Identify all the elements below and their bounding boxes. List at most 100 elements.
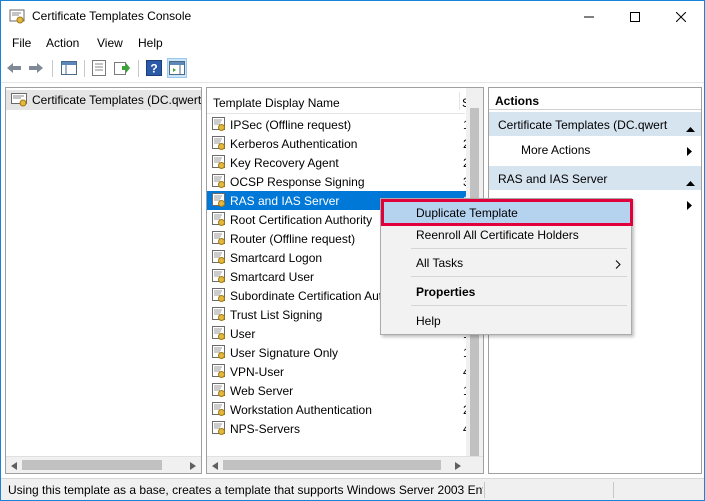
certificate-template-icon: [212, 307, 226, 322]
menu-view[interactable]: View: [97, 36, 123, 50]
menu-bar: File Action View Help: [1, 32, 704, 54]
certificate-template-icon: [212, 326, 226, 341]
certificate-template-icon: [212, 421, 226, 436]
toolbar: ?: [1, 55, 704, 83]
certificate-template-icon: [212, 250, 226, 265]
certificate-template-icon: [212, 155, 226, 170]
certificate-template-icon: [212, 174, 226, 189]
maximize-button[interactable]: [612, 1, 658, 32]
status-bar: Using this template as a base, creates a…: [1, 478, 704, 500]
template-name: NPS-Servers: [230, 422, 301, 436]
template-name: Web Server: [230, 384, 294, 398]
scroll-right-icon[interactable]: [188, 461, 198, 471]
close-button[interactable]: [658, 1, 704, 32]
all-tasks-label: All Tasks: [416, 256, 464, 270]
template-name: Workstation Authentication: [230, 403, 372, 417]
template-row[interactable]: NPS-Servers4: [207, 419, 469, 438]
actions-title: Actions: [489, 88, 701, 110]
certificate-template-icon: [212, 269, 226, 284]
column-header-row: Template Display Name S: [207, 88, 468, 114]
template-row[interactable]: IPSec (Offline request)1: [207, 115, 469, 134]
template-name: Smartcard Logon: [230, 251, 323, 265]
certificate-templates-window: Certificate Templates Console File Actio…: [0, 0, 705, 501]
certificate-template-icon: [212, 231, 226, 246]
scroll-right-icon[interactable]: [453, 461, 463, 471]
template-name: Key Recovery Agent: [230, 156, 339, 170]
column-header-display-name[interactable]: Template Display Name: [213, 96, 340, 110]
certificate-templates-icon: [11, 93, 27, 110]
submenu-chevron-icon: [615, 258, 621, 272]
actions-section-ras-ias[interactable]: RAS and IAS Server: [489, 166, 701, 190]
list-hscroll-thumb[interactable]: [223, 460, 441, 470]
reenroll-label: Reenroll All Certificate Holders: [416, 228, 579, 242]
template-row[interactable]: OCSP Response Signing3: [207, 172, 469, 191]
certificate-template-icon: [212, 136, 226, 151]
scroll-left-icon[interactable]: [210, 461, 220, 471]
certificate-template-icon: [212, 345, 226, 360]
template-name: IPSec (Offline request): [230, 118, 352, 132]
certificate-template-icon: [212, 193, 226, 208]
submenu-arrow-icon: [687, 199, 692, 213]
certificate-template-icon: [212, 212, 226, 227]
context-all-tasks[interactable]: All Tasks: [381, 252, 631, 274]
tree-pane: Certificate Templates (DC.qwerty: [5, 87, 202, 474]
actions-section-2-label: RAS and IAS Server: [498, 172, 608, 186]
template-name: User Signature Only: [230, 346, 339, 360]
template-row[interactable]: User Signature Only1: [207, 343, 469, 362]
template-name: Router (Offline request): [230, 232, 356, 246]
more-actions-label: More Actions: [521, 143, 591, 157]
template-row[interactable]: VPN-User4: [207, 362, 469, 381]
certificate-template-icon: [212, 288, 226, 303]
back-arrow-icon[interactable]: [4, 58, 24, 78]
template-name: User: [230, 327, 256, 341]
template-name: Root Certification Authority: [230, 213, 373, 227]
status-text: Using this template as a base, creates a…: [8, 483, 483, 497]
help-icon[interactable]: ?: [144, 58, 164, 78]
tree-scroll-thumb[interactable]: [22, 460, 162, 470]
menu-action[interactable]: Action: [46, 36, 79, 50]
forward-arrow-icon[interactable]: [26, 58, 46, 78]
template-row[interactable]: Workstation Authentication2: [207, 400, 469, 419]
actions-section-1-label: Certificate Templates (DC.qwert...: [498, 118, 668, 132]
certificate-template-icon: [212, 383, 226, 398]
show-hide-action-pane-icon[interactable]: [167, 58, 187, 78]
template-name: RAS and IAS Server: [230, 194, 340, 208]
svg-text:?: ?: [150, 62, 157, 76]
collapse-up-icon[interactable]: [686, 121, 695, 135]
certificate-template-icon: [212, 364, 226, 379]
help-label: Help: [416, 314, 441, 328]
tree-root-label: Certificate Templates (DC.qwerty: [32, 93, 201, 107]
list-horizontal-scrollbar[interactable]: [207, 456, 483, 473]
title-bar: Certificate Templates Console: [1, 1, 704, 32]
tree-item-certificate-templates[interactable]: Certificate Templates (DC.qwerty: [6, 90, 201, 110]
menu-file[interactable]: File: [12, 36, 31, 50]
context-properties[interactable]: Properties: [381, 281, 631, 303]
annotation-highlight-box: [381, 199, 633, 226]
properties-sheet-icon[interactable]: [89, 58, 109, 78]
export-list-icon[interactable]: [112, 58, 132, 78]
window-title: Certificate Templates Console: [32, 9, 192, 23]
template-row[interactable]: Kerberos Authentication2: [207, 134, 469, 153]
collapse-up-icon[interactable]: [686, 175, 695, 189]
template-name: Trust List Signing: [230, 308, 323, 322]
properties-label: Properties: [416, 285, 476, 299]
template-name: OCSP Response Signing: [230, 175, 365, 189]
template-name: VPN-User: [230, 365, 285, 379]
more-actions-item[interactable]: More Actions: [489, 138, 701, 160]
template-name: Smartcard User: [230, 270, 315, 284]
minimize-button[interactable]: [566, 1, 612, 32]
actions-section-certificate-templates[interactable]: Certificate Templates (DC.qwert...: [489, 112, 701, 136]
menu-help[interactable]: Help: [138, 36, 163, 50]
context-reenroll-all[interactable]: Reenroll All Certificate Holders: [381, 224, 631, 246]
tree-horizontal-scrollbar[interactable]: [6, 456, 201, 473]
certificate-app-icon: [9, 9, 25, 25]
certificate-template-icon: [212, 402, 226, 417]
show-hide-tree-icon[interactable]: [59, 58, 79, 78]
template-row[interactable]: Web Server1: [207, 381, 469, 400]
template-name: Kerberos Authentication: [230, 137, 358, 151]
submenu-arrow-icon: [687, 145, 692, 159]
template-row[interactable]: Key Recovery Agent2: [207, 153, 469, 172]
context-help[interactable]: Help: [381, 310, 631, 332]
scroll-left-icon[interactable]: [9, 461, 19, 471]
certificate-template-icon: [212, 117, 226, 132]
